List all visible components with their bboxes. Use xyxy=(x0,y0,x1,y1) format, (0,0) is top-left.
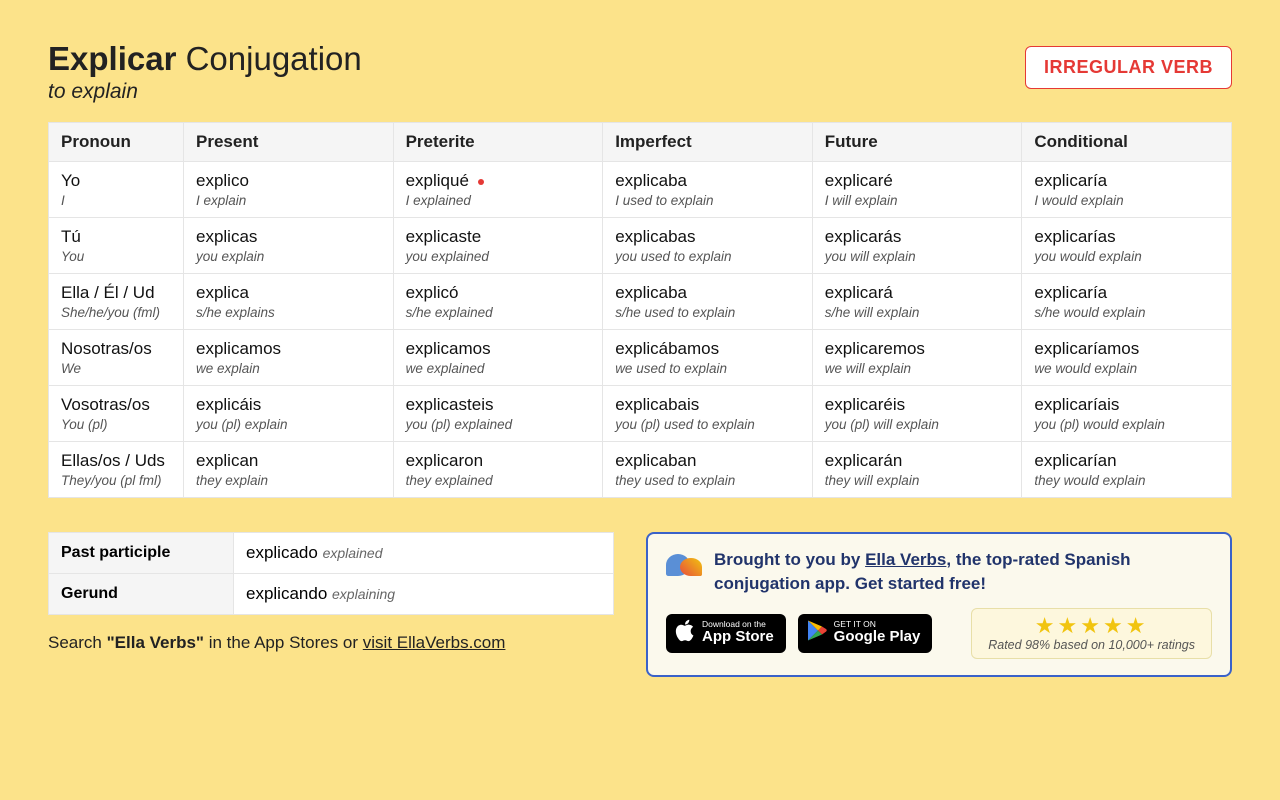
conjugation-cell: explicó s/he explained xyxy=(393,274,603,330)
google-play-button[interactable]: GET IT ON Google Play xyxy=(798,614,933,653)
conjugation-cell: explicasteis you (pl) explained xyxy=(393,386,603,442)
irregular-dot-icon xyxy=(478,179,484,185)
pronoun-cell: Nosotras/osWe xyxy=(49,330,184,386)
participle-table: Past participle explicado explained Geru… xyxy=(48,532,614,615)
ella-verbs-link[interactable]: Ella Verbs xyxy=(865,550,946,569)
table-row: TúYouexplicas you explainexplicaste you … xyxy=(49,218,1232,274)
conjugation-cell: explicarían they would explain xyxy=(1022,442,1232,498)
header: Explicar Conjugation to explain IRREGULA… xyxy=(48,40,1232,104)
conjugation-table: PronounPresentPreteriteImperfectFutureCo… xyxy=(48,122,1232,498)
column-header: Present xyxy=(184,123,394,162)
conjugation-cell: explicará s/he will explain xyxy=(812,274,1022,330)
conjugation-cell: explicaron they explained xyxy=(393,442,603,498)
conjugation-cell: explicaban they used to explain xyxy=(603,442,813,498)
gerund-row: Gerund explicando explaining xyxy=(49,574,614,615)
conjugation-cell: explicáis you (pl) explain xyxy=(184,386,394,442)
conjugation-cell: explicaré I will explain xyxy=(812,162,1022,218)
table-row: YoIexplico I explainexpliqué I explained… xyxy=(49,162,1232,218)
promo-box: Brought to you by Ella Verbs, the top-ra… xyxy=(646,532,1232,677)
conjugation-cell: explicabas you used to explain xyxy=(603,218,813,274)
page-title: Explicar Conjugation xyxy=(48,40,362,78)
rating-text: Rated 98% based on 10,000+ ratings xyxy=(988,638,1195,652)
google-play-icon xyxy=(807,620,827,647)
conjugation-cell: explicarías you would explain xyxy=(1022,218,1232,274)
column-header: Future xyxy=(812,123,1022,162)
conjugation-cell: explicaremos we will explain xyxy=(812,330,1022,386)
table-row: Ella / Él / UdShe/he/you (fml)explica s/… xyxy=(49,274,1232,330)
irregular-badge: IRREGULAR VERB xyxy=(1025,46,1232,89)
pronoun-cell: YoI xyxy=(49,162,184,218)
past-participle-label: Past participle xyxy=(49,533,234,574)
conjugation-cell: explicaste you explained xyxy=(393,218,603,274)
conjugation-cell: explicamos we explained xyxy=(393,330,603,386)
conjugation-cell: explicaría I would explain xyxy=(1022,162,1232,218)
pronoun-cell: Vosotras/osYou (pl) xyxy=(49,386,184,442)
conjugation-cell: expliqué I explained xyxy=(393,162,603,218)
rating-box: ★★★★★ Rated 98% based on 10,000+ ratings xyxy=(971,608,1212,659)
column-header: Imperfect xyxy=(603,123,813,162)
conjugation-cell: explicaba I used to explain xyxy=(603,162,813,218)
pronoun-cell: Ella / Él / UdShe/he/you (fml) xyxy=(49,274,184,330)
pronoun-cell: TúYou xyxy=(49,218,184,274)
forms-column: Past participle explicado explained Geru… xyxy=(48,532,614,653)
conjugation-cell: explicaréis you (pl) will explain xyxy=(812,386,1022,442)
ella-verbs-logo-icon xyxy=(666,548,704,586)
apple-icon xyxy=(675,619,695,648)
conjugation-cell: explicábamos we used to explain xyxy=(603,330,813,386)
visit-link[interactable]: visit EllaVerbs.com xyxy=(363,633,506,652)
search-line: Search "Ella Verbs" in the App Stores or… xyxy=(48,633,614,653)
conjugation-cell: explicaba s/he used to explain xyxy=(603,274,813,330)
table-row: Nosotras/osWeexplicamos we explainexplic… xyxy=(49,330,1232,386)
conjugation-cell: explicarás you will explain xyxy=(812,218,1022,274)
column-header: Preterite xyxy=(393,123,603,162)
gerund-label: Gerund xyxy=(49,574,234,615)
conjugation-cell: explicaríais you (pl) would explain xyxy=(1022,386,1232,442)
pronoun-cell: Ellas/os / UdsThey/you (pl fml) xyxy=(49,442,184,498)
conjugation-cell: explicas you explain xyxy=(184,218,394,274)
conjugation-cell: explica s/he explains xyxy=(184,274,394,330)
bottom-row: Past participle explicado explained Geru… xyxy=(48,532,1232,677)
conjugation-cell: explicaríamos we would explain xyxy=(1022,330,1232,386)
column-header: Pronoun xyxy=(49,123,184,162)
conjugation-cell: explico I explain xyxy=(184,162,394,218)
star-icons: ★★★★★ xyxy=(988,615,1195,637)
verb-translation: to explain xyxy=(48,80,362,104)
table-row: Ellas/os / UdsThey/you (pl fml)explican … xyxy=(49,442,1232,498)
promo-text: Brought to you by Ella Verbs, the top-ra… xyxy=(714,548,1212,596)
conjugation-cell: explicarán they will explain xyxy=(812,442,1022,498)
table-row: Vosotras/osYou (pl)explicáis you (pl) ex… xyxy=(49,386,1232,442)
past-participle-row: Past participle explicado explained xyxy=(49,533,614,574)
conjugation-cell: explicamos we explain xyxy=(184,330,394,386)
conjugation-cell: explicaría s/he would explain xyxy=(1022,274,1232,330)
title-block: Explicar Conjugation to explain xyxy=(48,40,362,104)
conjugation-cell: explican they explain xyxy=(184,442,394,498)
app-store-button[interactable]: Download on the App Store xyxy=(666,614,786,653)
column-header: Conditional xyxy=(1022,123,1232,162)
conjugation-cell: explicabais you (pl) used to explain xyxy=(603,386,813,442)
